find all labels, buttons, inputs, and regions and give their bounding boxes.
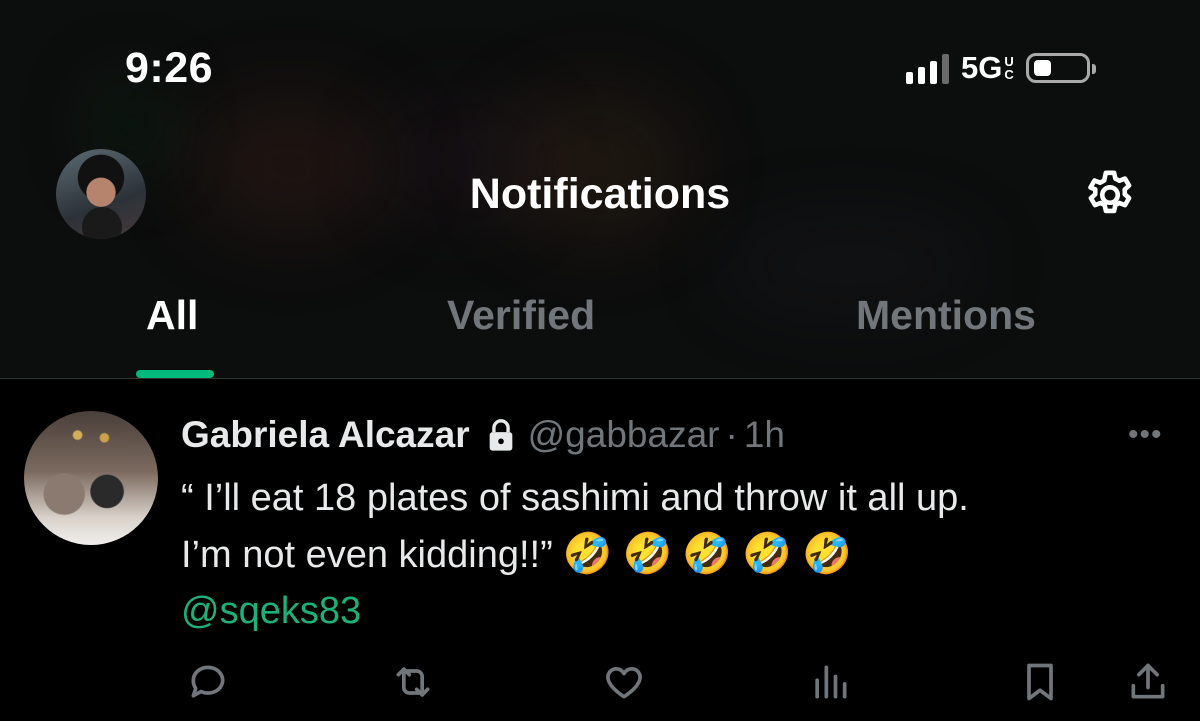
post-text-line: “ I’ll eat 18 plates of sashimi and thro…	[181, 477, 969, 519]
post-author-row: Gabriela Alcazar @gabbazar · 1h	[181, 410, 785, 460]
network-suffix-bottom: C	[1004, 67, 1014, 82]
post-text-line-with-emoji: I’m not even kidding!!” 🤣 🤣 🤣 🤣 🤣	[181, 526, 1171, 583]
author-handle[interactable]: @gabbazar	[528, 414, 720, 456]
signal-icon	[906, 52, 949, 84]
network-suffix: U C	[1004, 55, 1013, 81]
post-text: I’m not even kidding!!”	[181, 534, 553, 576]
reply-icon[interactable]	[186, 660, 230, 704]
post-body: “ I’ll eat 18 plates of sashimi and thro…	[181, 470, 1171, 639]
battery-icon	[1025, 53, 1096, 83]
network-indicator: 5G U C	[961, 50, 1026, 86]
page-title: Notifications	[469, 170, 731, 218]
author-name[interactable]: Gabriela Alcazar	[181, 414, 470, 456]
post-actions	[0, 660, 1200, 710]
laughing-emoji: 🤣	[742, 531, 792, 577]
tab-verified[interactable]: Verified	[447, 292, 595, 339]
gear-icon[interactable]	[1081, 166, 1139, 224]
tab-bar: All Verified Mentions	[0, 292, 1200, 352]
mention-link[interactable]: @sqeks83	[181, 583, 1171, 639]
bookmark-icon[interactable]	[1018, 660, 1062, 704]
views-icon[interactable]	[808, 660, 852, 704]
divider	[0, 378, 1200, 379]
laughing-emoji: 🤣	[562, 531, 613, 577]
active-tab-indicator	[136, 370, 214, 378]
laughing-emoji: 🤣	[622, 531, 673, 577]
repost-icon[interactable]	[391, 660, 435, 704]
status-indicators: 5G U C	[906, 50, 1096, 86]
status-time: 9:26	[125, 44, 214, 92]
lock-icon	[489, 419, 512, 451]
share-icon[interactable]	[1126, 660, 1170, 704]
post-author-avatar[interactable]	[24, 411, 158, 545]
post-age: 1h	[743, 414, 785, 455]
separator: ·	[725, 414, 738, 455]
network-label: 5G	[961, 50, 1003, 85]
tab-mentions[interactable]: Mentions	[856, 292, 1036, 339]
more-options-icon[interactable]: •••	[1128, 418, 1163, 452]
laughing-emoji: 🤣	[802, 531, 852, 577]
laughing-emoji: 🤣	[682, 531, 733, 577]
like-icon[interactable]	[602, 660, 646, 704]
tab-all[interactable]: All	[146, 292, 198, 339]
